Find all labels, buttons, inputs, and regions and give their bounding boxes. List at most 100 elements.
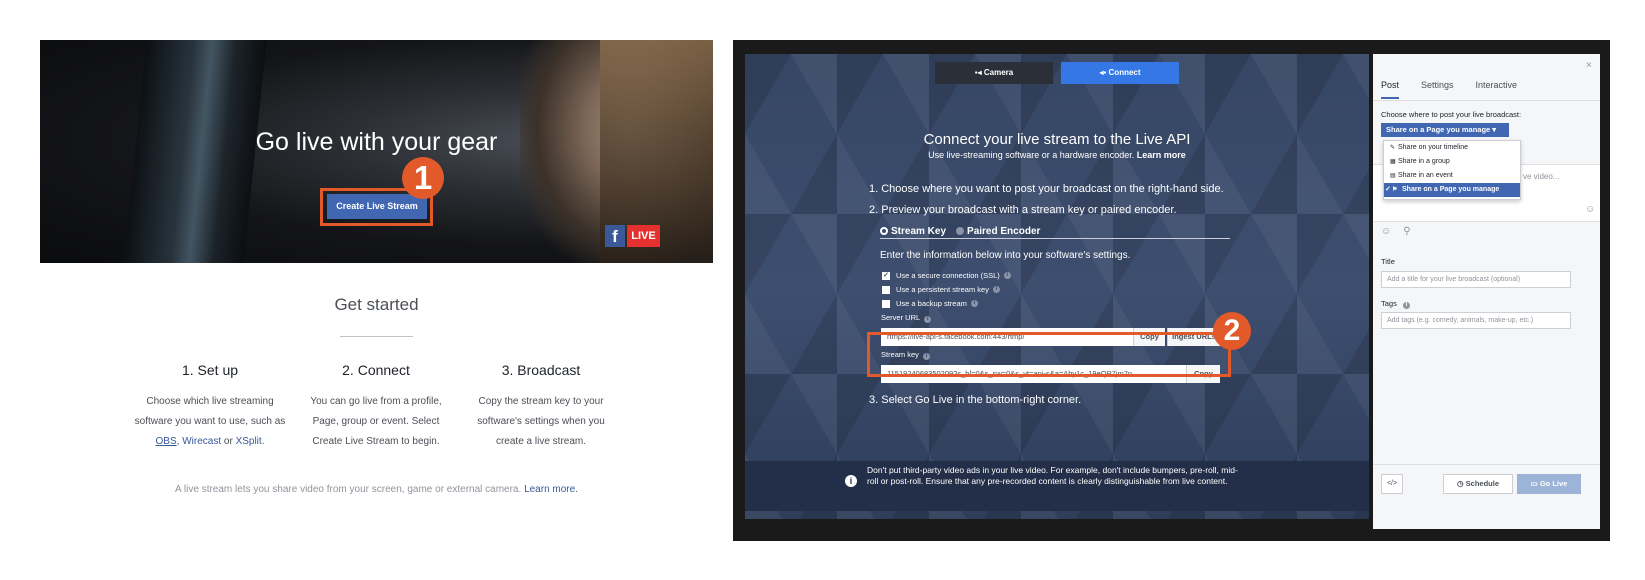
highlight-outline-2 [867, 332, 1231, 377]
schedule-button[interactable]: ◷ Schedule [1443, 474, 1513, 494]
share-destination-dropdown[interactable]: Share on a Page you manage ▾ [1381, 123, 1509, 137]
emoji-icon[interactable]: ☺ [1381, 226, 1391, 237]
menu-item-label: Share on your timeline [1398, 144, 1469, 151]
button-label: Go Live [1539, 479, 1568, 488]
divider [1373, 464, 1600, 465]
video-icon: ▭ [1530, 479, 1538, 488]
tags-input[interactable]: Add tags (e.g. comedy, animals, make-up,… [1381, 312, 1571, 329]
column-text-body: Choose which live streaming software you… [134, 396, 286, 427]
share-destination-menu: ✎ Share on your timeline ▦ Share in a grou… [1383, 140, 1521, 200]
hero-title: Go live with your gear [255, 128, 498, 156]
title-input[interactable]: Add a title for your live broadcast (opt… [1381, 271, 1571, 288]
footnote: A live stream lets you share video from … [40, 484, 713, 495]
stream-setup-stage: ▪◂ Camera ◂▪ Connect Connect your live s… [745, 54, 1369, 519]
flag-icon: ⚑ [1392, 187, 1398, 193]
menu-item-event[interactable]: ▤ Share in an event [1384, 169, 1520, 183]
tab-interactive[interactable]: Interactive [1476, 80, 1518, 99]
info-icon: i [845, 475, 857, 487]
menu-item-timeline[interactable]: ✎ Share on your timeline [1384, 141, 1520, 155]
tab-connect[interactable]: ◂▪ Connect [1061, 62, 1179, 84]
label-text: Server URL [881, 313, 921, 322]
column-text: You can go live from a profile, Page, gr… [310, 396, 442, 447]
separator: or [221, 436, 236, 447]
step-column-connect: 2. Connect You can go live from a profil… [300, 362, 452, 452]
stage-subtitle: Use live-streaming software or a hardwar… [745, 150, 1369, 160]
wirecast-link[interactable]: Wirecast [182, 436, 221, 447]
menu-item-page[interactable]: ✓ ⚑ Share on a Page you manage [1384, 183, 1520, 197]
tab-camera[interactable]: ▪◂ Camera [935, 62, 1053, 84]
get-started-heading: Get started [334, 295, 419, 314]
edit-icon: ✎ [1390, 145, 1396, 151]
create-live-stream-button[interactable]: Create Live Stream [327, 194, 427, 219]
group-icon: ▦ [1390, 159, 1396, 165]
location-pin-icon[interactable]: ⚲ [1403, 226, 1410, 237]
info-icon[interactable]: i [1402, 302, 1410, 309]
facebook-icon: f [605, 225, 625, 247]
close-icon[interactable]: × [1586, 60, 1592, 71]
key-type-radio-group: Stream Key Paired Encoder [880, 226, 1040, 237]
ssl-checkbox-row[interactable]: ✓ Use a secure connection (SSL) i [882, 271, 1011, 280]
choose-destination-label: Choose where to post your live broadcast… [1381, 110, 1522, 119]
backup-stream-checkbox-row[interactable]: Use a backup stream i [882, 299, 978, 308]
tab-connect-label: Connect [1108, 68, 1141, 77]
checkbox-label: Use a secure connection (SSL) [896, 271, 1000, 280]
checkbox-checked[interactable]: ✓ [882, 271, 890, 280]
column-heading: 1. Set up [181, 362, 239, 378]
info-icon[interactable]: i [1003, 272, 1011, 279]
menu-item-group[interactable]: ▦ Share in a group [1384, 155, 1520, 169]
persistent-key-checkbox-row[interactable]: Use a persistent stream key i [882, 285, 1000, 294]
menu-item-label: Share on a Page you manage [1402, 186, 1500, 193]
menu-item-label: Share in a group [1398, 158, 1450, 165]
footnote-text: A live stream lets you share video from … [175, 484, 525, 495]
dropdown-label: Share on a Page you manage [1386, 125, 1491, 134]
obs-link[interactable]: OBS [156, 436, 177, 447]
tab-camera-label: Camera [983, 68, 1014, 77]
stage-title: Connect your live stream to the Live API [923, 131, 1191, 148]
facebook-live-logo: f LIVE [605, 225, 660, 247]
divider [880, 238, 1230, 239]
info-icon[interactable]: i [992, 286, 1000, 293]
embed-code-button[interactable]: </> [1381, 474, 1403, 494]
tab-settings[interactable]: Settings [1421, 80, 1454, 99]
source-toggle: ▪◂ Camera ◂▪ Connect [935, 62, 1179, 84]
live-tag: LIVE [627, 225, 660, 247]
enter-info-text: Enter the information below into your so… [880, 250, 1131, 261]
textarea-placeholder: ve video... [1523, 172, 1560, 181]
radio-label: Stream Key [891, 226, 947, 237]
learn-more-link[interactable]: Learn more [1137, 150, 1186, 160]
emoji-icon[interactable]: ☺ [1585, 204, 1595, 215]
menu-item-label: Share in an event [1398, 172, 1453, 179]
chevron-down-icon: ▾ [1492, 125, 1497, 134]
radio-paired-encoder[interactable]: Paired Encoder [956, 226, 1040, 237]
step-column-setup: 1. Set up Choose which live streaming so… [134, 362, 286, 452]
post-attachment-icons: ☺ ⚲ [1381, 226, 1411, 237]
tab-post[interactable]: Post [1381, 80, 1400, 99]
radio-stream-key[interactable]: Stream Key [880, 226, 946, 237]
calendar-icon: ▤ [1390, 173, 1396, 179]
button-label: Schedule [1465, 479, 1499, 488]
step-badge-2: 2 [1213, 312, 1251, 350]
step-badge-1: 1 [402, 157, 444, 199]
hero-banner: Go live with your gear Create Live Strea… [40, 40, 713, 263]
column-heading: 2. Connect [342, 362, 410, 378]
divider [1373, 100, 1600, 101]
divider [340, 336, 413, 337]
sidebar-tabs: Post Settings Interactive [1381, 80, 1539, 99]
checkbox-label: Use a backup stream [896, 299, 967, 308]
learn-more-link[interactable]: Learn more. [524, 484, 578, 495]
info-icon[interactable]: i [970, 300, 978, 307]
info-icon[interactable]: i [924, 316, 932, 323]
column-text: Copy the stream key to your software's s… [477, 396, 605, 447]
step-3-text: 3. Select Go Live in the bottom-right co… [869, 394, 1082, 406]
column-text: Choose which live streaming software you… [134, 392, 286, 452]
xsplit-link[interactable]: XSplit [236, 436, 262, 447]
clock-icon: ◷ [1457, 479, 1464, 488]
checkbox[interactable] [882, 299, 890, 308]
checkbox[interactable] [882, 285, 890, 294]
post-settings-sidebar: × Post Settings Interactive Choose where… [1373, 54, 1600, 529]
title-label: Title [1381, 257, 1395, 266]
column-heading: 3. Broadcast [501, 362, 581, 378]
go-live-button[interactable]: ▭ Go Live [1517, 474, 1581, 494]
period: . [261, 436, 265, 447]
subtitle-text: Use live-streaming software or a hardwar… [928, 150, 1137, 160]
